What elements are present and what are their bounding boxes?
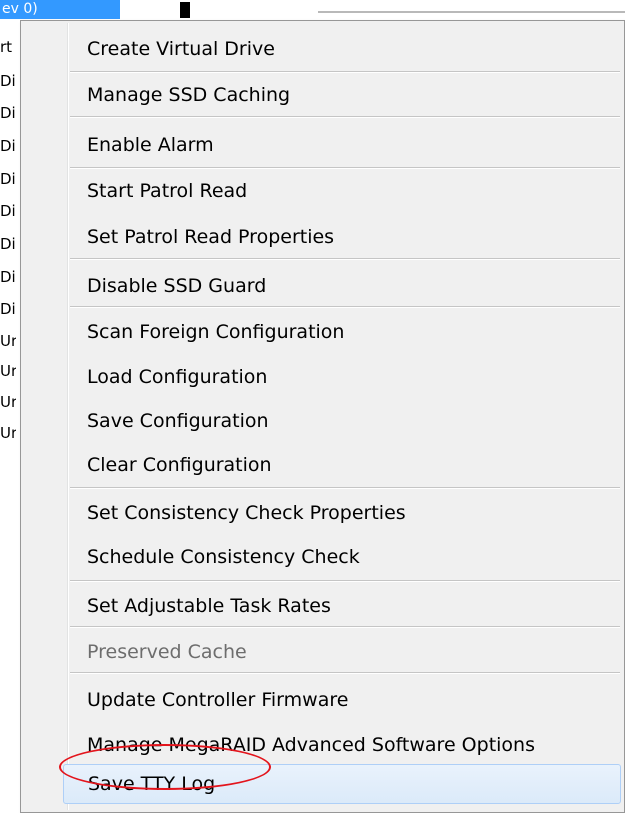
menu-icon-gutter [67,23,69,810]
menu-separator [70,580,620,582]
menu-item-disable-ssd-guard[interactable]: Disable SSD Guard [70,266,620,306]
menu-separator [70,487,620,489]
menu-item-manage-ssd-caching[interactable]: Manage SSD Caching [70,75,620,115]
menu-item-set-adjustable-task-rates[interactable]: Set Adjustable Task Rates [70,586,620,626]
menu-item-schedule-consistency-check[interactable]: Schedule Consistency Check [70,537,620,577]
menu-separator [70,71,620,73]
menu-separator [70,626,620,628]
menu-item-start-patrol-read[interactable]: Start Patrol Read [70,171,620,211]
tree-item[interactable]: Di [0,104,16,122]
tree-item[interactable]: Di [0,235,16,253]
menu-item-update-controller-firmware[interactable]: Update Controller Firmware [70,680,620,720]
menu-separator [70,258,620,260]
tree-item[interactable]: Di [0,137,16,155]
menu-item-scan-foreign-configuration[interactable]: Scan Foreign Configuration [70,312,620,352]
menu-separator [70,306,620,308]
window-border [318,11,625,13]
menu-separator [70,116,620,118]
menu-item-load-configuration[interactable]: Load Configuration [70,357,620,397]
tree-item[interactable]: Di [0,72,16,90]
tree-item[interactable]: Di [0,170,16,188]
cursor-icon [180,2,190,18]
menu-item-enable-alarm[interactable]: Enable Alarm [70,125,620,165]
menu-separator [70,672,620,674]
tree-item[interactable]: Di [0,202,16,220]
tree-item[interactable]: Di [0,268,16,286]
tree-item[interactable]: Ur [0,424,16,442]
tree-item[interactable]: rt [0,38,16,56]
menu-item-set-consistency-check-properties[interactable]: Set Consistency Check Properties [70,493,620,533]
tree-item[interactable]: Ur [0,362,16,380]
red-annotation-ellipse [59,744,271,790]
menu-item-clear-configuration[interactable]: Clear Configuration [70,445,620,485]
menu-item-create-virtual-drive[interactable]: Create Virtual Drive [70,29,620,69]
menu-item-save-configuration[interactable]: Save Configuration [70,401,620,441]
menu-item-preserved-cache: Preserved Cache [87,641,247,663]
menu-separator [70,167,620,169]
context-menu: Create Virtual Drive Manage SSD Caching … [20,20,625,813]
tree-item[interactable]: Ur [0,332,16,350]
tree-item[interactable]: Ur [0,393,16,411]
tree-item[interactable]: Di [0,300,16,318]
menu-item-set-patrol-read-properties[interactable]: Set Patrol Read Properties [70,217,620,257]
selected-tree-item[interactable]: ev 0) [0,0,120,19]
